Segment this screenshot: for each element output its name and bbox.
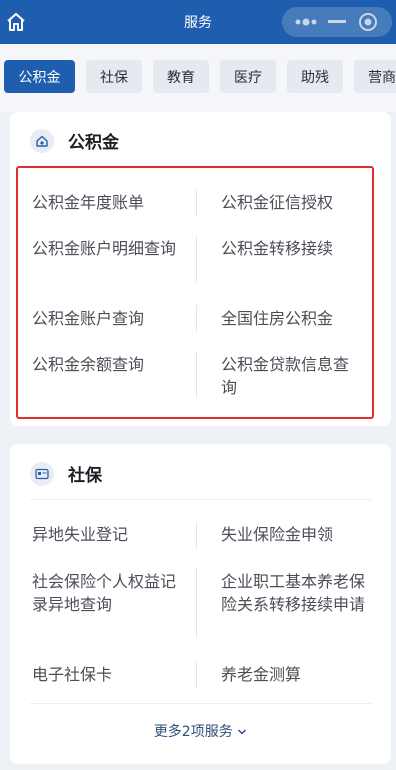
more-services-label: 更多2项服务 bbox=[153, 724, 233, 740]
mini-program-capsule bbox=[282, 7, 392, 37]
gjj-card-title: 公积金 bbox=[30, 128, 119, 153]
divider bbox=[196, 236, 197, 282]
tab-gongjijin[interactable]: 公积金 bbox=[4, 60, 75, 93]
service-pension-transfer[interactable]: 企业职工基本养老保险关系转移接续申请 bbox=[221, 570, 371, 616]
service-pension-calculator[interactable]: 养老金测算 bbox=[221, 663, 371, 686]
more-services-link[interactable]: 更多2项服务 bbox=[10, 721, 391, 741]
close-target-icon[interactable] bbox=[355, 11, 381, 33]
tab-jiaoyu[interactable]: 教育 bbox=[153, 60, 209, 93]
service-gjj-account-query[interactable]: 公积金账户查询 bbox=[32, 307, 182, 330]
service-e-social-card[interactable]: 电子社保卡 bbox=[32, 663, 182, 686]
chevron-down-icon bbox=[237, 724, 247, 740]
more-dots-icon[interactable] bbox=[293, 11, 319, 33]
tab-yiliao[interactable]: 医疗 bbox=[220, 60, 276, 93]
service-gjj-credit-auth[interactable]: 公积金征信授权 bbox=[221, 191, 371, 214]
divider bbox=[196, 352, 197, 398]
top-bar: 服务 bbox=[0, 0, 396, 44]
service-gjj-account-detail[interactable]: 公积金账户明细查询 bbox=[32, 237, 182, 260]
shebao-title: 社保 bbox=[68, 466, 102, 486]
tab-zhucan[interactable]: 助残 bbox=[287, 60, 343, 93]
service-national-gjj[interactable]: 全国住房公积金 bbox=[221, 307, 371, 330]
house-fund-icon bbox=[30, 128, 54, 153]
service-unemployment-benefit[interactable]: 失业保险金申领 bbox=[221, 523, 371, 546]
gjj-title: 公积金 bbox=[68, 133, 119, 153]
page-title: 服务 bbox=[184, 15, 212, 31]
service-gjj-transfer[interactable]: 公积金转移接续 bbox=[221, 237, 371, 260]
home-icon[interactable] bbox=[4, 10, 28, 34]
divider bbox=[196, 305, 197, 332]
divider bbox=[30, 499, 371, 500]
category-tabs: 公积金 社保 教育 医疗 助残 营商 bbox=[0, 44, 396, 112]
minimize-icon[interactable] bbox=[324, 11, 350, 33]
tab-shebao[interactable]: 社保 bbox=[86, 60, 142, 93]
service-gjj-balance[interactable]: 公积金余额查询 bbox=[32, 353, 182, 376]
service-social-insurance-record[interactable]: 社会保险个人权益记录异地查询 bbox=[32, 570, 182, 616]
divider bbox=[30, 703, 371, 704]
divider bbox=[196, 568, 197, 638]
id-card-icon bbox=[30, 461, 54, 486]
service-gjj-loan-info[interactable]: 公积金贷款信息查询 bbox=[221, 353, 363, 399]
tab-yingshang[interactable]: 营商 bbox=[354, 60, 396, 93]
divider bbox=[196, 662, 197, 689]
shebao-card-title: 社保 bbox=[30, 461, 102, 486]
divider bbox=[196, 522, 197, 549]
divider bbox=[196, 189, 197, 216]
service-gjj-annual-bill[interactable]: 公积金年度账单 bbox=[32, 191, 182, 214]
service-unemployment-registration[interactable]: 异地失业登记 bbox=[32, 523, 182, 546]
